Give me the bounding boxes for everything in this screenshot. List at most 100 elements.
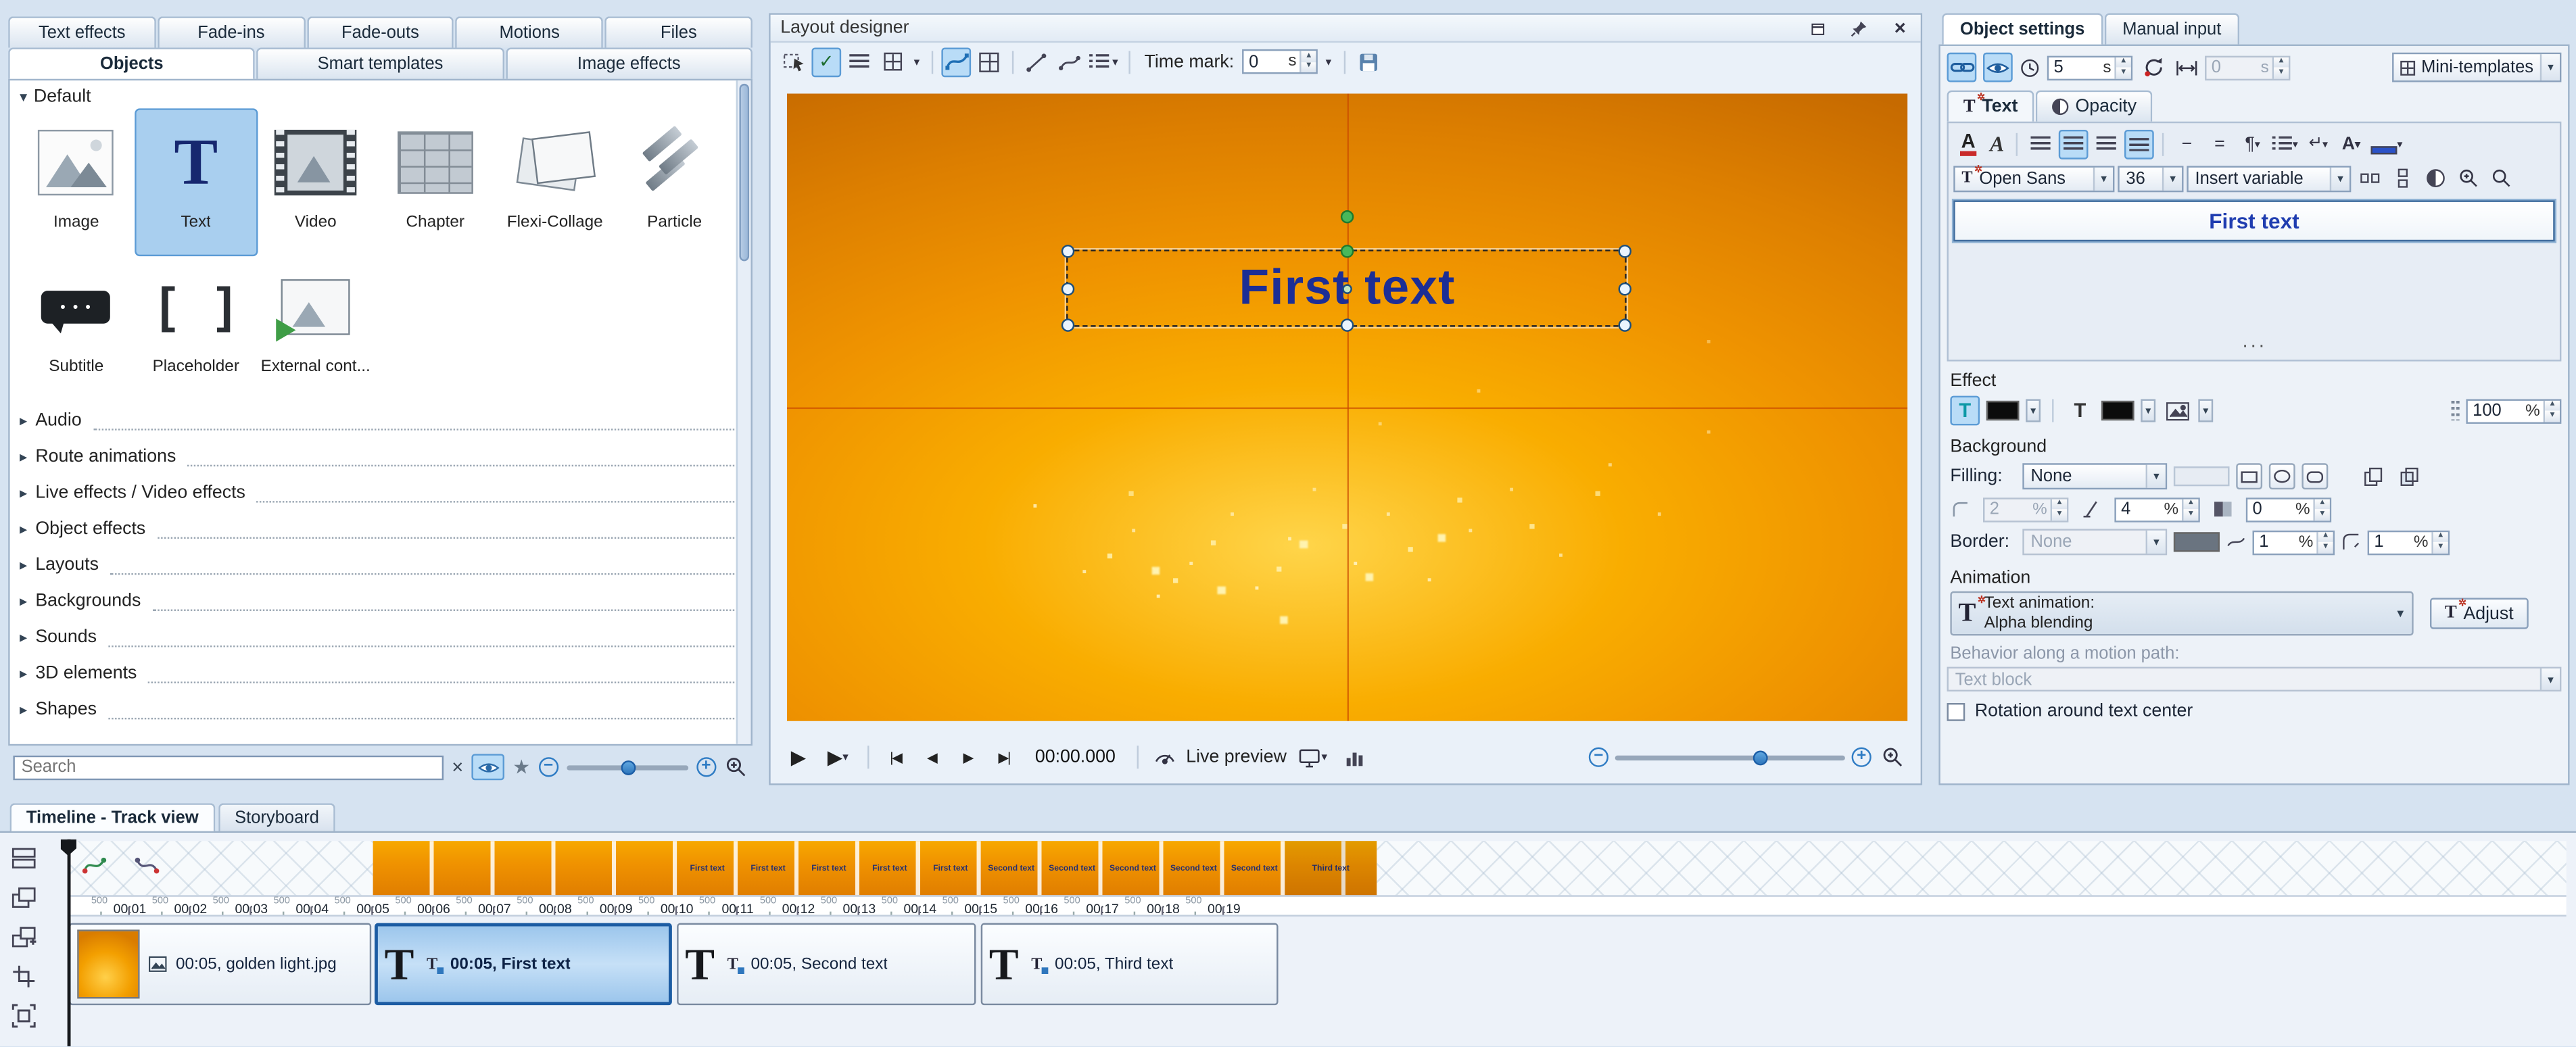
expand-editor-handle[interactable] — [1949, 333, 2560, 356]
spinner-arrows[interactable] — [1299, 51, 1316, 72]
slant-spinner[interactable]: 4 % — [2114, 497, 2199, 521]
mini-templates-dropdown[interactable]: Mini-templates — [2391, 53, 2561, 82]
grid-icon[interactable] — [878, 47, 907, 76]
drag-grip-icon[interactable] — [2452, 401, 2460, 420]
skip-end-icon[interactable] — [989, 742, 1019, 772]
border-dropdown[interactable]: None — [2022, 529, 2167, 555]
timeline-item-first-text[interactable]: 00:05, First text — [375, 923, 672, 1006]
text-content-editor[interactable]: First text — [1953, 200, 2554, 241]
edit-mode-toggle-icon[interactable] — [811, 47, 841, 76]
font-family-dropdown[interactable]: T Open Sans — [1953, 165, 2114, 191]
subtab-text[interactable]: T Text — [1947, 91, 2034, 122]
border-width-spinner[interactable]: 1 % — [2253, 530, 2335, 554]
favorites-star-icon[interactable] — [512, 757, 530, 777]
handle-top-left[interactable] — [1062, 245, 1074, 258]
single-spacing-icon[interactable] — [2172, 129, 2201, 159]
selection-box[interactable] — [1066, 249, 1627, 326]
live-preview-gauge-icon[interactable] — [1150, 742, 1180, 772]
monitor-icon[interactable] — [1293, 742, 1333, 772]
toolbox-section-row[interactable]: 3D elements — [20, 656, 738, 691]
align-right-icon[interactable] — [2091, 129, 2121, 159]
canvas-zoom-out-icon[interactable] — [1589, 748, 1608, 767]
italic-icon[interactable]: A — [1986, 129, 2008, 159]
object-tile-chapter[interactable]: Chapter — [375, 110, 495, 255]
insert-track-icon[interactable] — [8, 921, 38, 951]
handle-bottom-center[interactable] — [1340, 318, 1353, 331]
toolbox-section-row[interactable]: Layouts — [20, 547, 738, 583]
maximize-icon[interactable] — [1807, 18, 1829, 39]
fill-color-swatch[interactable] — [2174, 466, 2230, 486]
handle-bottom-right[interactable] — [1619, 318, 1631, 331]
outline-color-dropdown-icon[interactable] — [2141, 399, 2155, 422]
outline-text-icon[interactable]: T — [2066, 396, 2095, 426]
toolbox-section-row[interactable]: Backgrounds — [20, 583, 738, 619]
film-strip[interactable]: First text First text First text First t… — [69, 841, 2567, 895]
align-left-icon[interactable] — [2026, 129, 2055, 159]
vertical-center-icon[interactable] — [2124, 129, 2154, 159]
motion-path-icon[interactable] — [941, 47, 971, 76]
handle-top-right[interactable] — [1619, 245, 1631, 258]
ellipse-shape-icon[interactable] — [2269, 463, 2295, 489]
fit-view-icon[interactable] — [1878, 742, 1907, 772]
object-tile-text[interactable]: Text — [136, 110, 256, 255]
play-options-icon[interactable] — [820, 742, 856, 772]
motion-curve-icon[interactable] — [82, 854, 107, 877]
slider-thumb[interactable] — [1753, 750, 1768, 764]
section-default[interactable]: Default — [10, 80, 751, 110]
effect-color-swatch[interactable] — [1986, 401, 2020, 420]
tracks-icon[interactable] — [8, 843, 38, 873]
tab-smart-templates[interactable]: Smart templates — [257, 47, 504, 78]
link-duration-icon[interactable] — [1947, 53, 1977, 82]
grid-dropdown-icon[interactable] — [910, 47, 923, 76]
align-rows-icon[interactable] — [844, 47, 874, 76]
toolbox-scrollbar[interactable] — [736, 80, 751, 744]
motion-path-behavior-dropdown[interactable]: Text block — [1947, 667, 2562, 691]
effect-opacity-spinner[interactable]: 100 % — [2466, 398, 2561, 422]
toolbox-top-tab[interactable]: Motions — [456, 16, 603, 47]
corner-radius-spinner[interactable]: 2 % — [1983, 497, 2068, 521]
rounded-rect-shape-icon[interactable] — [2301, 463, 2328, 489]
step-back-icon[interactable] — [917, 742, 947, 772]
rotation-checkbox[interactable] — [1947, 702, 1965, 721]
toolbox-section-row[interactable]: Object effects — [20, 511, 738, 547]
toolbox-top-tab[interactable]: Text effects — [8, 16, 156, 47]
zoom-text-icon[interactable] — [2486, 164, 2516, 193]
preview-eye-toggle[interactable] — [471, 754, 504, 780]
toolbox-top-tab[interactable]: Fade-outs — [306, 16, 454, 47]
toolbox-section-row[interactable]: Live effects / Video effects — [20, 474, 738, 510]
adjust-button[interactable]: T Adjust — [2430, 598, 2529, 629]
duration-spinner[interactable]: 5 s — [2047, 55, 2132, 79]
align-center-icon[interactable] — [2059, 129, 2089, 159]
pin-icon[interactable] — [1848, 18, 1870, 39]
handle-bottom-left[interactable] — [1062, 318, 1074, 331]
object-tile-subtitle[interactable]: Subtitle — [16, 255, 136, 399]
subtab-opacity[interactable]: Opacity — [2036, 91, 2153, 122]
filling-dropdown[interactable]: None — [2022, 463, 2167, 489]
canvas-zoom-slider[interactable] — [1615, 748, 1845, 767]
skip-start-icon[interactable] — [880, 742, 910, 772]
blur-spinner[interactable]: 0 % — [2246, 497, 2331, 521]
object-tile-image[interactable]: Image — [16, 110, 136, 255]
keyframe-list-icon[interactable] — [1088, 47, 1120, 76]
text-wrap-icon[interactable]: ↵ — [2304, 129, 2333, 159]
straight-path-icon[interactable] — [1022, 47, 1051, 76]
toolbox-top-tab[interactable]: Fade-ins — [158, 16, 305, 47]
texture-image-icon[interactable] — [2162, 396, 2192, 426]
handle-mid-left[interactable] — [1062, 282, 1074, 295]
zoom-in-text-icon[interactable] — [2453, 164, 2483, 193]
time-mark-dropdown-icon[interactable] — [1321, 47, 1336, 76]
font-color-icon[interactable]: A — [1953, 129, 1983, 159]
toolbox-top-tab[interactable]: Files — [605, 16, 753, 47]
stats-icon[interactable] — [1339, 742, 1369, 772]
text-transform-icon[interactable]: A — [2336, 129, 2366, 159]
scrollbar-thumb[interactable] — [740, 84, 750, 261]
timeline-ruler[interactable]: 500 00:01 500 00:02 500 00:03 — [69, 895, 2567, 917]
toolbox-section-row[interactable]: Shapes — [20, 691, 738, 727]
layout-grid-icon[interactable] — [974, 47, 1004, 76]
distribute-vertical-icon[interactable] — [2387, 164, 2417, 193]
close-icon[interactable] — [1890, 18, 1911, 39]
font-size-dropdown[interactable]: 36 — [2118, 165, 2183, 191]
zoom-fit-icon[interactable] — [724, 756, 747, 779]
center-anchor[interactable] — [1341, 283, 1352, 293]
tab-manual-input[interactable]: Manual input — [2104, 13, 2239, 44]
